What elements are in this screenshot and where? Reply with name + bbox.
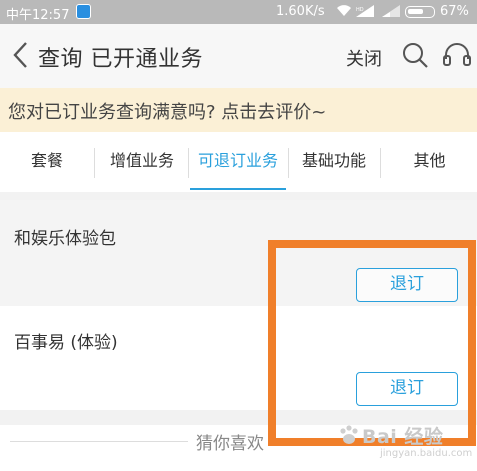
paw-logo-icon (338, 424, 360, 446)
status-bar: 中午12:57 1.60K/s HD 67% (0, 0, 477, 24)
feedback-banner[interactable]: 您对已订业务查询满意吗? 点击去评价~ (0, 88, 477, 132)
page-title: 查询 已开通业务 (38, 47, 203, 72)
network-speed: 1.60K/s (276, 4, 325, 19)
battery-percent: 67% (440, 4, 469, 19)
active-tab-indicator (190, 188, 286, 190)
highlight-box (268, 240, 476, 446)
tab-package[interactable]: 套餐 (0, 132, 94, 192)
tab-value-added[interactable]: 增值业务 (96, 132, 188, 192)
tab-bar: 套餐 增值业务 可退订业务 基础功能 其他 (0, 132, 477, 192)
close-button[interactable]: 关闭 (346, 45, 382, 71)
tab-divider (94, 148, 95, 178)
watermark: Bai 经验 jingyan.baidu.com (336, 420, 474, 468)
wifi-icon (336, 4, 352, 20)
app-notification-icon (76, 4, 91, 19)
tab-basic-functions[interactable]: 基础功能 (288, 132, 380, 192)
svg-text:HD: HD (356, 7, 364, 13)
battery-icon (405, 6, 435, 18)
search-icon[interactable] (401, 41, 429, 69)
section-gap (0, 192, 477, 200)
recommend-heading: 猜你喜欢 (196, 434, 264, 454)
tab-other[interactable]: 其他 (382, 132, 477, 192)
watermark-logo-text: Bai 经验 (362, 426, 444, 448)
carrier-time: 中午12:57 (6, 8, 70, 23)
watermark-url: jingyan.baidu.com (380, 448, 473, 459)
tab-divider (288, 148, 289, 178)
tab-divider (188, 148, 189, 178)
tab-cancellable[interactable]: 可退订业务 (188, 132, 288, 192)
feedback-text: 您对已订业务查询满意吗? 点击去评价~ (8, 102, 327, 123)
divider (10, 441, 188, 442)
service-name: 百事易 (体验) (14, 333, 118, 353)
signal-icon: HD (356, 5, 374, 17)
title-bar: 查询 已开通业务 关闭 (0, 24, 477, 88)
battery-level-fill (408, 9, 423, 14)
service-name: 和娱乐体验包 (14, 229, 116, 249)
signal-icon (382, 5, 400, 17)
headset-icon[interactable] (442, 41, 472, 69)
tab-divider (380, 148, 381, 178)
back-arrow-icon[interactable] (10, 40, 32, 70)
